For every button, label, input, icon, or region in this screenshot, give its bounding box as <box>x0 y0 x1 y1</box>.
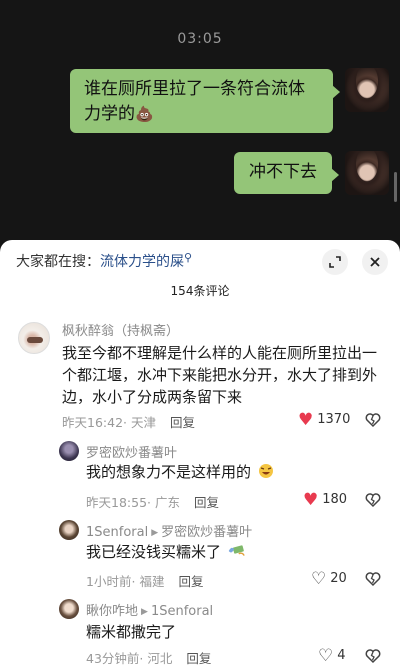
comment-text: 我至今都不理解是什么样的人能在厕所里拉出一个都江堰，水冲下来能把水分开，水大了排… <box>62 344 378 406</box>
like-button[interactable]: ♡ 4 <box>318 646 346 666</box>
commenter-name-text: 瞅你咋地 <box>86 604 139 619</box>
search-keyword[interactable]: 流体力学的屎 <box>100 254 184 270</box>
message-text: 谁在厕所里拉了一条符合流体力学的 <box>84 79 305 124</box>
search-icon: ⚲ <box>184 251 193 264</box>
commenter-name[interactable]: 枫秋醉翁（持枫斋） <box>62 320 179 339</box>
broken-heart-icon[interactable] <box>365 492 381 508</box>
heart-icon: ♥ <box>303 490 319 510</box>
reply-arrow-icon: ▶ <box>151 528 159 538</box>
like-count: 4 <box>337 648 346 663</box>
heart-icon: ♡ <box>311 569 327 589</box>
broken-heart-icon[interactable] <box>365 412 381 428</box>
message-bubble[interactable]: 冲不下去 <box>234 152 339 194</box>
close-button[interactable] <box>362 249 388 275</box>
reply-button[interactable]: 回复 <box>170 415 195 430</box>
comment-meta: 43分钟前· 河北 回复 <box>86 651 212 666</box>
heart-icon: ♡ <box>318 646 334 666</box>
expand-button[interactable] <box>322 249 348 275</box>
sender-avatar[interactable] <box>345 151 389 195</box>
flying-money-emoji-icon <box>228 545 245 556</box>
broken-heart-icon[interactable] <box>365 648 381 664</box>
scrollbar[interactable] <box>394 172 397 202</box>
comment-time: 昨天18:55 <box>86 495 148 510</box>
broken-heart-icon[interactable] <box>365 571 381 587</box>
sender-avatar[interactable] <box>345 68 389 112</box>
comment-text-content: 我已经没钱买糯米了 <box>86 543 222 561</box>
trending-search[interactable]: 大家都在搜：流体力学的屎⚲ <box>16 251 192 271</box>
reply-button[interactable]: 回复 <box>186 651 211 666</box>
comments-sheet: 大家都在搜：流体力学的屎⚲ 154条评论 枫秋醉翁（持枫斋） 我至今都不理解是什… <box>0 240 400 669</box>
comment-text: 我已经没钱买糯米了 <box>86 541 346 563</box>
like-button[interactable]: ♥ 1370 <box>298 410 350 430</box>
like-button[interactable]: ♥ 180 <box>303 490 347 510</box>
commenter-name-text: 1Senforal <box>86 525 149 540</box>
heart-icon: ♥ <box>298 410 314 430</box>
close-icon <box>370 257 380 267</box>
reply-to-name: 1Senforal <box>150 604 214 619</box>
comment-text-content: 我的想象力不是这样用的 <box>86 463 252 481</box>
reply-arrow-icon: ▶ <box>141 607 148 617</box>
comment-time: 43分钟前 <box>86 651 140 666</box>
comment-meta: 1小时前· 福建 回复 <box>86 574 204 589</box>
expand-icon <box>329 256 341 268</box>
comment-location: 福建 <box>139 574 165 589</box>
like-count: 180 <box>322 492 348 507</box>
commenter-name[interactable]: 1Senforal ▶ 罗密欧炒番薯叶 <box>86 521 252 540</box>
reply-to-name: 罗密欧炒番薯叶 <box>161 525 253 540</box>
comment-location: 河北 <box>147 651 173 666</box>
comment-meta: 昨天18:55· 广东 回复 <box>86 495 220 510</box>
message-bubble[interactable]: 谁在厕所里拉了一条符合流体力学的💩 <box>70 69 340 133</box>
comment-count: 154条评论 <box>170 284 230 298</box>
commenter-avatar[interactable] <box>18 322 50 354</box>
comment-text: 糯米都撒完了 <box>86 623 177 641</box>
comment-location: 广东 <box>155 495 181 510</box>
laughing-emoji-icon <box>258 464 273 478</box>
message-text: 冲不下去 <box>249 162 317 182</box>
like-count: 1370 <box>317 412 351 427</box>
like-count: 20 <box>330 571 347 586</box>
comment-meta: 昨天16:42· 天津 回复 <box>62 415 196 430</box>
comment-text: 我的想象力不是这样用的 <box>86 461 346 483</box>
like-button[interactable]: ♡ 20 <box>311 569 347 589</box>
commenter-avatar[interactable] <box>59 441 79 461</box>
search-prefix: 大家都在搜： <box>16 254 100 270</box>
poop-emoji: 💩 <box>135 105 154 123</box>
chat-timestamp: 03:05 <box>177 31 223 47</box>
commenter-name[interactable]: 罗密欧炒番薯叶 <box>86 442 177 461</box>
reply-button[interactable]: 回复 <box>178 574 203 589</box>
reply-button[interactable]: 回复 <box>194 495 219 510</box>
commenter-avatar[interactable] <box>59 599 79 619</box>
chat-area: 03:05 谁在厕所里拉了一条符合流体力学的💩 冲不下去 <box>0 0 400 240</box>
comment-time: 昨天16:42 <box>62 415 124 430</box>
commenter-avatar[interactable] <box>59 520 79 540</box>
comment-time: 1小时前 <box>86 574 132 589</box>
comment-location: 天津 <box>131 415 157 430</box>
commenter-name[interactable]: 瞅你咋地 ▶ 1Senforal <box>86 600 213 619</box>
